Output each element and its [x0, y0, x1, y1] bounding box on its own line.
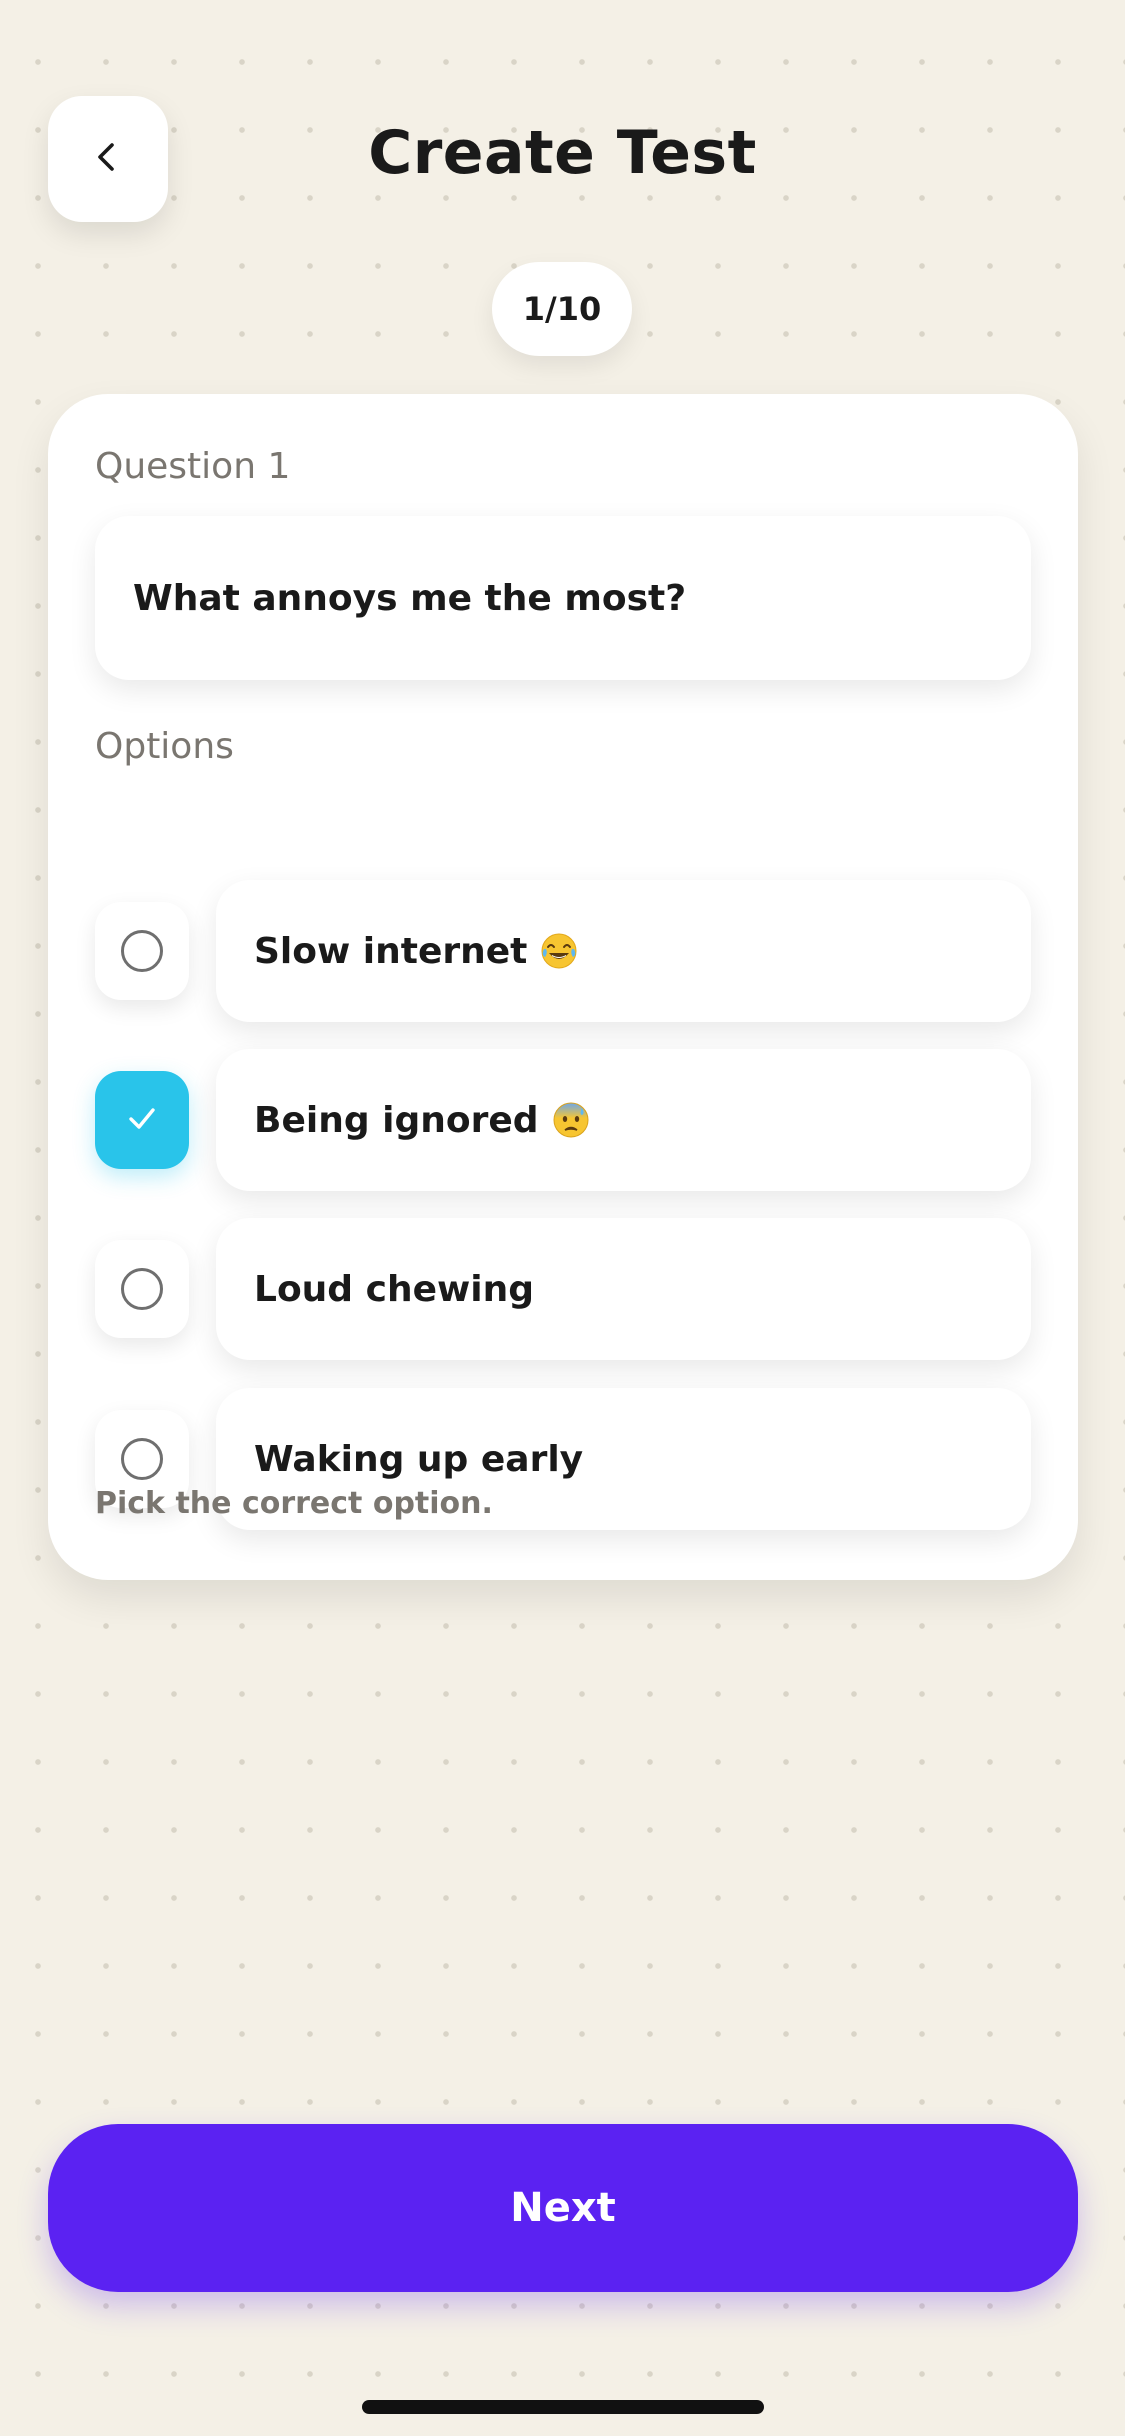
tears-of-joy-emoji	[539, 931, 579, 971]
option-label: Slow internet	[254, 930, 528, 972]
question-card: Question 1 What annoys me the most? Opti…	[48, 394, 1078, 1580]
progress-indicator: 1/10	[492, 262, 632, 356]
option-row: Slow internet	[95, 880, 1031, 1022]
option-radio[interactable]	[95, 902, 189, 1000]
radio-unchecked-icon	[121, 930, 163, 972]
question-input[interactable]: What annoys me the most?	[95, 516, 1031, 680]
anxious-sweat-emoji	[551, 1100, 591, 1140]
next-button[interactable]: Next	[48, 2124, 1078, 2292]
page-title: Create Test	[368, 118, 757, 188]
option-label: Loud chewing	[254, 1268, 534, 1310]
home-indicator	[362, 2400, 764, 2414]
option-row: Being ignored	[95, 1049, 1031, 1191]
option-row: Loud chewing	[95, 1218, 1031, 1360]
option-input[interactable]: Being ignored	[216, 1049, 1031, 1191]
hint-text: Pick the correct option.	[95, 1486, 493, 1521]
radio-unchecked-icon	[121, 1438, 163, 1480]
option-input[interactable]: Slow internet	[216, 880, 1031, 1022]
option-label: Being ignored	[254, 1099, 539, 1141]
checkmark-icon	[121, 1097, 163, 1143]
options-label: Options	[95, 726, 234, 767]
option-label: Waking up early	[254, 1438, 584, 1480]
question-label: Question 1	[95, 446, 291, 487]
option-radio[interactable]	[95, 1240, 189, 1338]
radio-unchecked-icon	[121, 1268, 163, 1310]
option-input[interactable]: Loud chewing	[216, 1218, 1031, 1360]
option-checkbox-checked[interactable]	[95, 1071, 189, 1169]
